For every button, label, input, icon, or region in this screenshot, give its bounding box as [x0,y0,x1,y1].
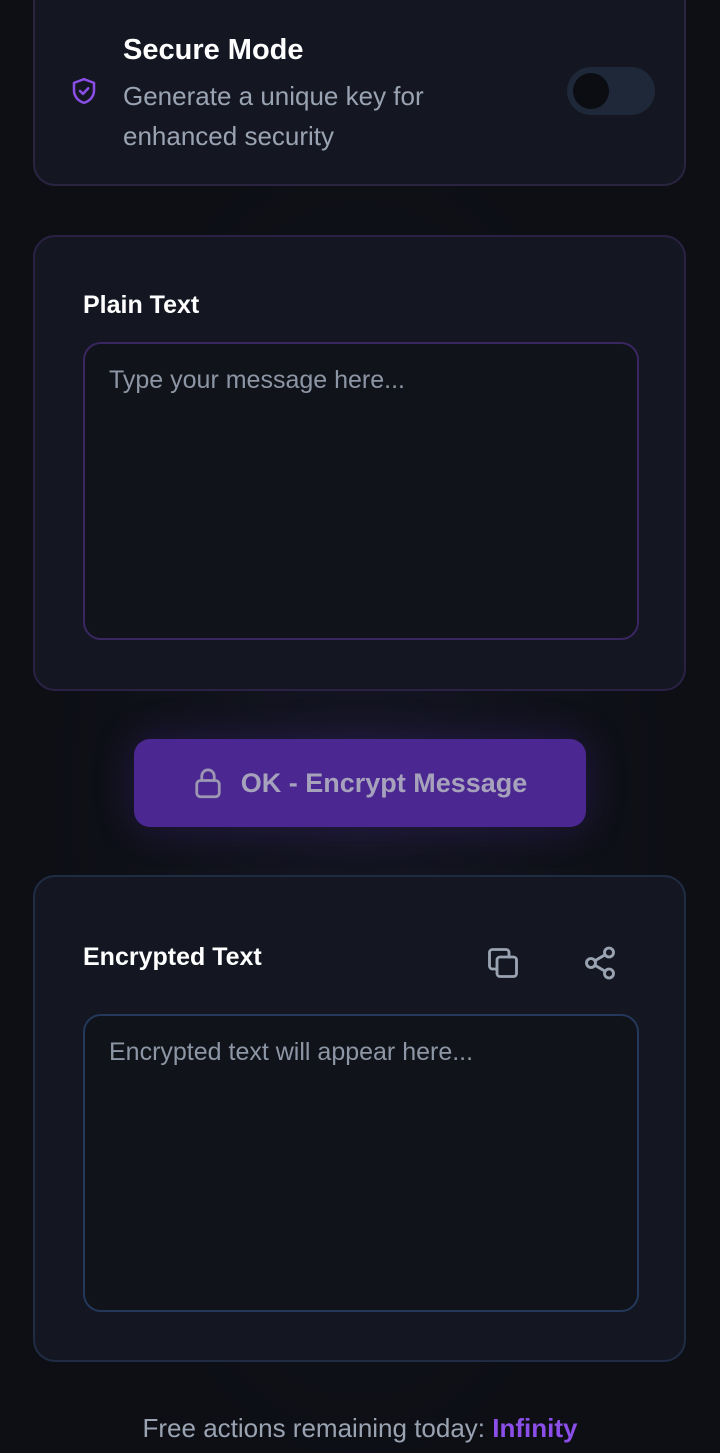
secure-mode-description: Generate a unique key for enhanced secur… [123,81,424,151]
secure-mode-card: Secure Mode Generate a unique key for en… [33,0,686,186]
plain-text-input[interactable]: Type your message here... [83,342,639,640]
free-actions-value: Infinity [492,1413,578,1443]
plain-text-label: Plain Text [83,291,200,319]
plain-text-card: Plain Text Type your message here... [33,235,686,691]
page: Secure Mode Generate a unique key for en… [0,0,720,1453]
lock-icon [195,768,221,799]
encrypted-text-label: Encrypted Text [83,943,262,971]
toggle-knob [573,73,609,109]
free-actions-text: Free actions remaining today: [142,1413,486,1443]
encrypted-text-card: Encrypted Text Encrypted text will appea… [33,875,686,1362]
free-actions-footer: Free actions remaining today: Infinity [0,1413,720,1444]
shield-check-icon [72,77,96,105]
secure-mode-title: Secure Mode [123,34,304,66]
copy-icon[interactable] [485,945,521,981]
share-icon[interactable] [582,945,618,981]
secure-mode-toggle[interactable] [567,67,655,115]
encrypted-text-output[interactable]: Encrypted text will appear here... [83,1014,639,1312]
encrypt-button[interactable]: OK - Encrypt Message [134,739,586,827]
encrypt-button-label: OK - Encrypt Message [240,767,528,798]
